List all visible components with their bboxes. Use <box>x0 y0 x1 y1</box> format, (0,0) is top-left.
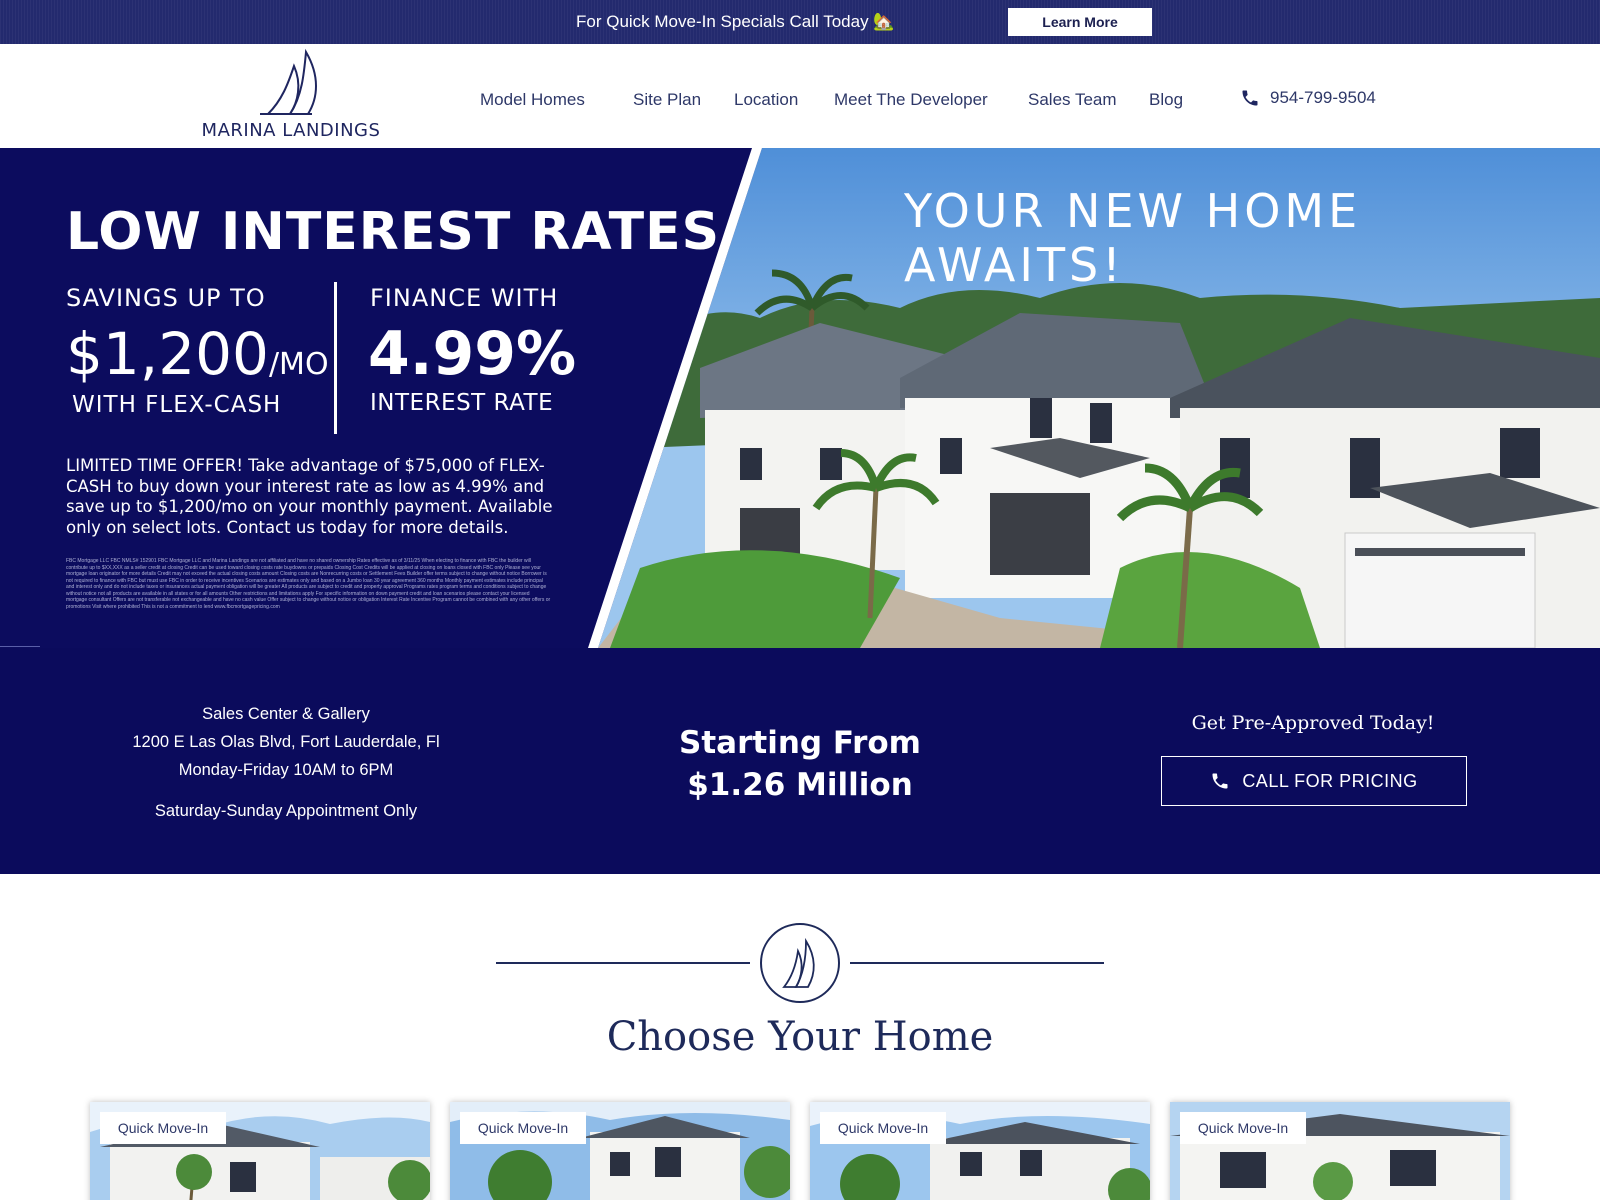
nav-meet-the-developer[interactable]: Meet The Developer <box>834 90 988 110</box>
call-for-pricing-button[interactable]: CALL FOR PRICING <box>1161 756 1467 806</box>
site-header: MARINA LANDINGS Model Homes Site Plan Lo… <box>0 44 1600 148</box>
home-card[interactable]: Quick Move-In <box>1170 1102 1510 1200</box>
savings-value: $1,200 <box>66 320 269 388</box>
hero-tagline: YOUR NEW HOME AWAITS! <box>904 184 1362 292</box>
savings-label: SAVINGS UP TO <box>66 284 266 312</box>
sales-center-weekend: Saturday-Sunday Appointment Only <box>154 802 418 820</box>
header-phone-link[interactable]: 954-799-9504 <box>1240 88 1376 108</box>
finance-sub: INTEREST RATE <box>370 390 554 416</box>
announcement-bar: For Quick Move-In Specials Call Today 🏡 … <box>0 0 1600 44</box>
info-band: Sales Center & Gallery 1200 E Las Olas B… <box>0 648 1600 874</box>
sales-center-address: 1200 E Las Olas Blvd, Fort Lauderdale, F… <box>132 733 440 751</box>
starting-price-block: Starting From $1.26 Million <box>600 722 1000 806</box>
preapproved-heading: Get Pre-Approved Today! <box>1191 712 1435 734</box>
sales-center-title: Sales Center & Gallery <box>202 705 370 723</box>
header-phone-number: 954-799-9504 <box>1270 88 1376 107</box>
home-card[interactable]: Quick Move-In <box>90 1102 430 1200</box>
section-divider-right <box>850 962 1104 964</box>
home-card[interactable]: Quick Move-In <box>450 1102 790 1200</box>
section-divider-left <box>496 962 750 964</box>
nav-site-plan[interactable]: Site Plan <box>633 90 701 110</box>
savings-unit: /MO <box>268 347 329 382</box>
hero-stat-divider <box>334 282 337 434</box>
quick-move-in-badge: Quick Move-In <box>100 1112 226 1144</box>
starting-label: Starting From <box>679 725 921 761</box>
phone-icon <box>1212 773 1228 789</box>
finance-value: 4.99% <box>368 319 577 389</box>
logo-text: MARINA LANDINGS <box>201 120 381 141</box>
savings-sub: WITH FLEX-CASH <box>72 392 282 418</box>
nav-location[interactable]: Location <box>734 90 798 110</box>
starting-price: $1.26 Million <box>687 767 913 803</box>
quick-move-in-badge: Quick Move-In <box>460 1112 586 1144</box>
phone-icon <box>1242 90 1258 106</box>
logo[interactable]: MARINA LANDINGS <box>198 48 384 144</box>
quick-move-in-badge: Quick Move-In <box>1180 1112 1306 1144</box>
section-title: Choose Your Home <box>606 1014 994 1060</box>
nav-sales-team[interactable]: Sales Team <box>1028 90 1117 110</box>
home-card[interactable]: Quick Move-In <box>810 1102 1150 1200</box>
section-emblem <box>760 923 840 1003</box>
learn-more-button[interactable]: Learn More <box>1008 8 1152 36</box>
nav-model-homes[interactable]: Model Homes <box>480 90 585 110</box>
savings-value-row: $1,200/MO <box>66 322 329 397</box>
sailboat-icon <box>782 937 815 988</box>
sailboat-icon <box>260 48 317 115</box>
nav-blog[interactable]: Blog <box>1149 90 1183 110</box>
hero-fine-print: FBC Mortgage LLC FBC NMLS# 152901 FBC Mo… <box>66 558 551 610</box>
finance-label: FINANCE WITH <box>370 284 559 312</box>
sales-center-hours: Monday-Friday 10AM to 6PM <box>178 761 394 779</box>
hero-slider-indicator <box>0 646 40 647</box>
sales-center-info: Sales Center & Gallery 1200 E Las Olas B… <box>86 700 486 825</box>
hero-offer-text: LIMITED TIME OFFER! Take advantage of $7… <box>66 456 553 537</box>
hero-banner: YOUR NEW HOME AWAITS! LOW INTEREST RATES… <box>0 148 1600 648</box>
hero-title: LOW INTEREST RATES <box>66 202 721 262</box>
quick-move-in-badge: Quick Move-In <box>820 1112 946 1144</box>
announcement-text: For Quick Move-In Specials Call Today 🏡 <box>576 12 895 31</box>
call-for-pricing-label: CALL FOR PRICING <box>1242 770 1418 791</box>
